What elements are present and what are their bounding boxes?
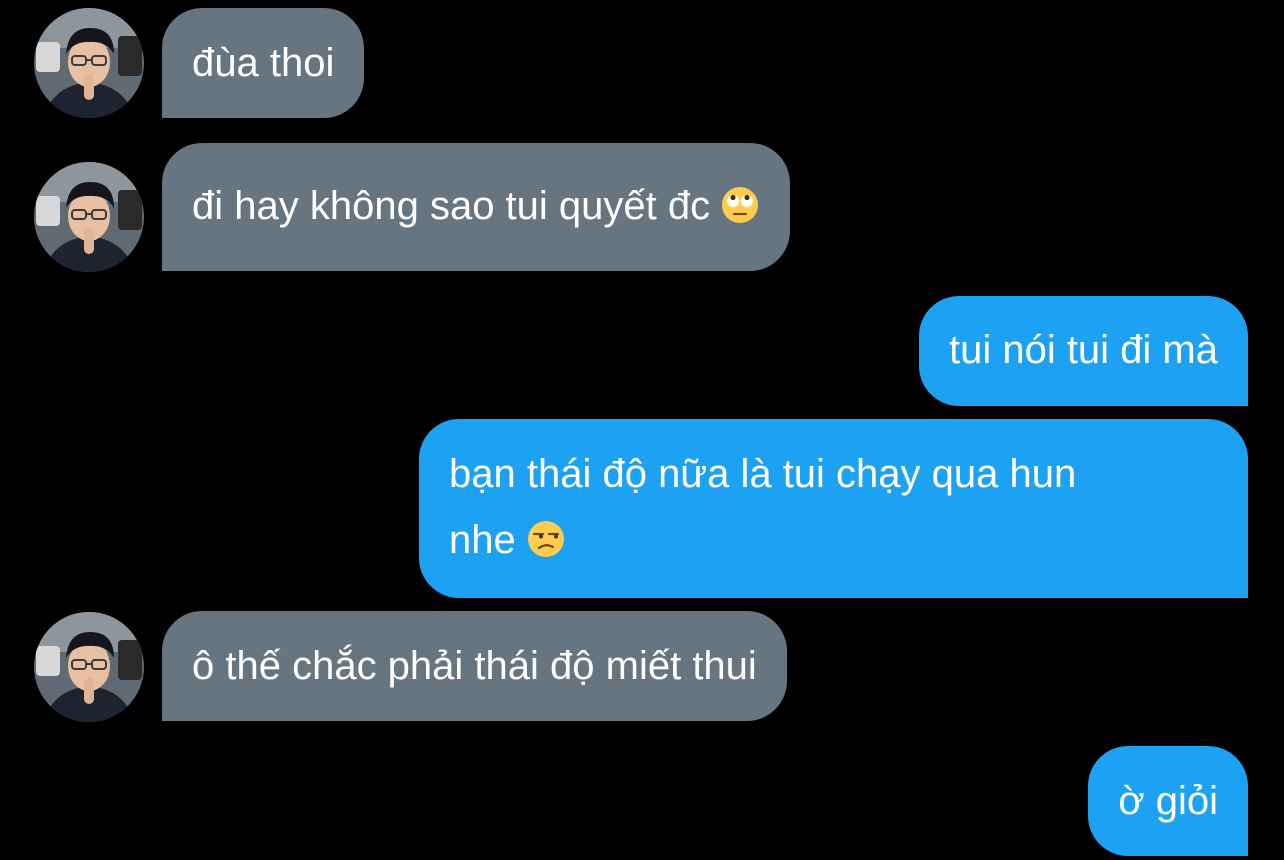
avatar[interactable] <box>34 8 144 118</box>
avatar[interactable] <box>34 612 144 722</box>
avatar[interactable] <box>34 162 144 272</box>
message-text: ờ giỏi <box>1118 779 1218 823</box>
face-with-rolling-eyes-icon <box>720 185 760 225</box>
message-text-line-2: nhe <box>449 507 1218 573</box>
outgoing-message-bubble[interactable]: ờ giỏi <box>1088 746 1248 856</box>
incoming-message-bubble[interactable]: đùa thoi <box>162 8 365 118</box>
outgoing-message-bubble[interactable]: bạn thái độ nữa là tui chạy qua hun nhe <box>419 419 1248 598</box>
incoming-message-bubble[interactable]: đi hay không sao tui quyết đc <box>162 143 791 271</box>
message-text: đùa thoi <box>192 41 335 85</box>
message-text: đi hay không sao tui quyết đc <box>192 184 711 228</box>
outgoing-message-bubble[interactable]: tui nói tui đi mà <box>918 296 1248 406</box>
message-text: tui nói tui đi mà <box>948 328 1218 372</box>
message-text-line: nhe <box>449 518 516 562</box>
incoming-message-bubble[interactable]: ô thế chắc phải thái độ miết thui <box>162 611 787 721</box>
message-text-line: bạn thái độ nữa là tui chạy qua hun <box>449 452 1077 496</box>
unamused-face-icon <box>526 519 566 559</box>
message-text: ô thế chắc phải thái độ miết thui <box>192 644 757 688</box>
